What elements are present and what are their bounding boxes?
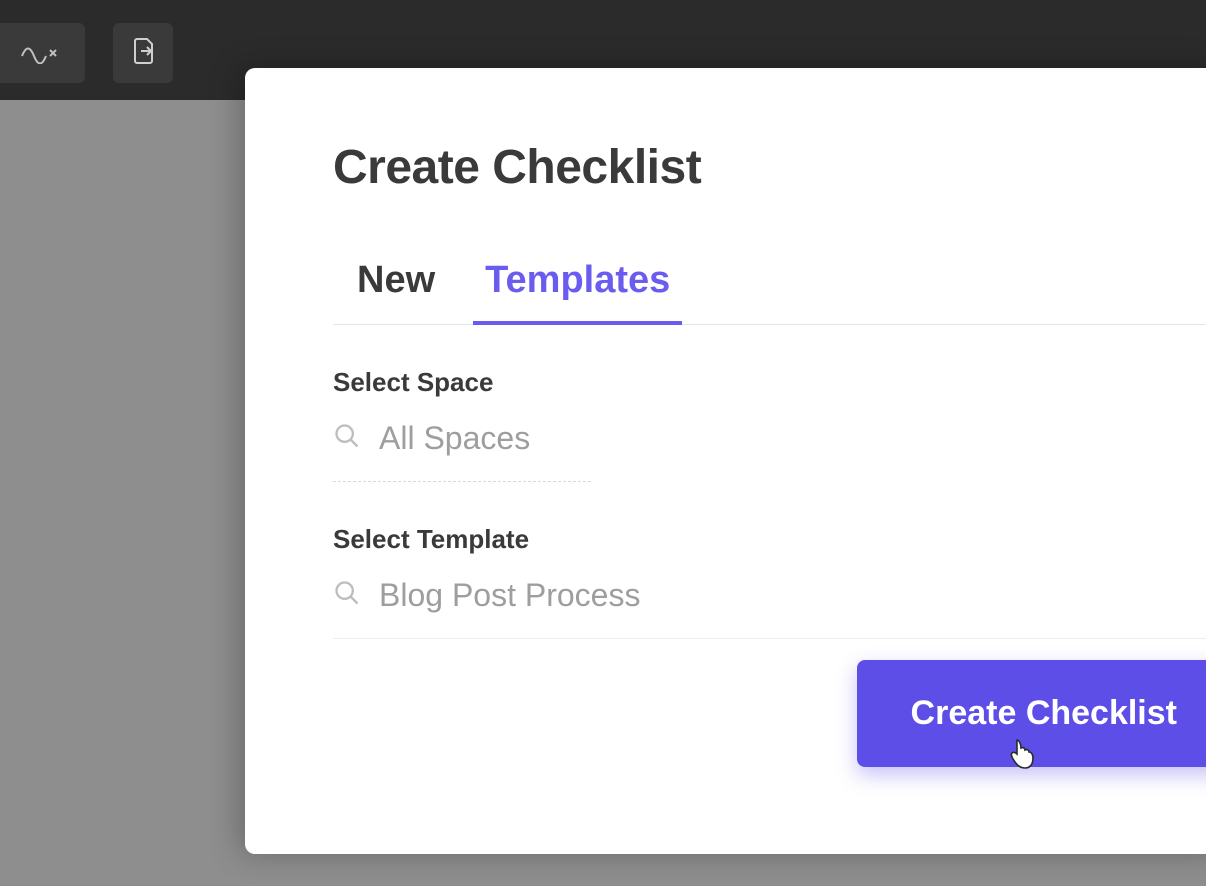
toolbar-tool-button-2[interactable] <box>113 23 173 83</box>
template-search-row[interactable]: Blog Post Process <box>333 577 1206 639</box>
search-icon <box>333 579 361 612</box>
document-export-icon <box>127 35 159 72</box>
create-checklist-modal: Create Checklist New Templates Select Sp… <box>245 68 1206 854</box>
scribble-icon <box>20 38 66 69</box>
create-checklist-button[interactable]: Create Checklist <box>857 660 1206 767</box>
select-space-label: Select Space <box>333 367 1206 398</box>
toolbar-tool-button-1[interactable] <box>0 23 85 83</box>
select-template-label: Select Template <box>333 524 1206 555</box>
template-value: Blog Post Process <box>379 577 640 614</box>
tabs: New Templates <box>333 259 1206 325</box>
space-value: All Spaces <box>379 420 530 457</box>
modal-title: Create Checklist <box>333 140 1206 195</box>
tab-new[interactable]: New <box>357 259 435 324</box>
search-icon <box>333 422 361 455</box>
space-search-row[interactable]: All Spaces <box>333 420 591 482</box>
tab-templates[interactable]: Templates <box>485 259 670 324</box>
